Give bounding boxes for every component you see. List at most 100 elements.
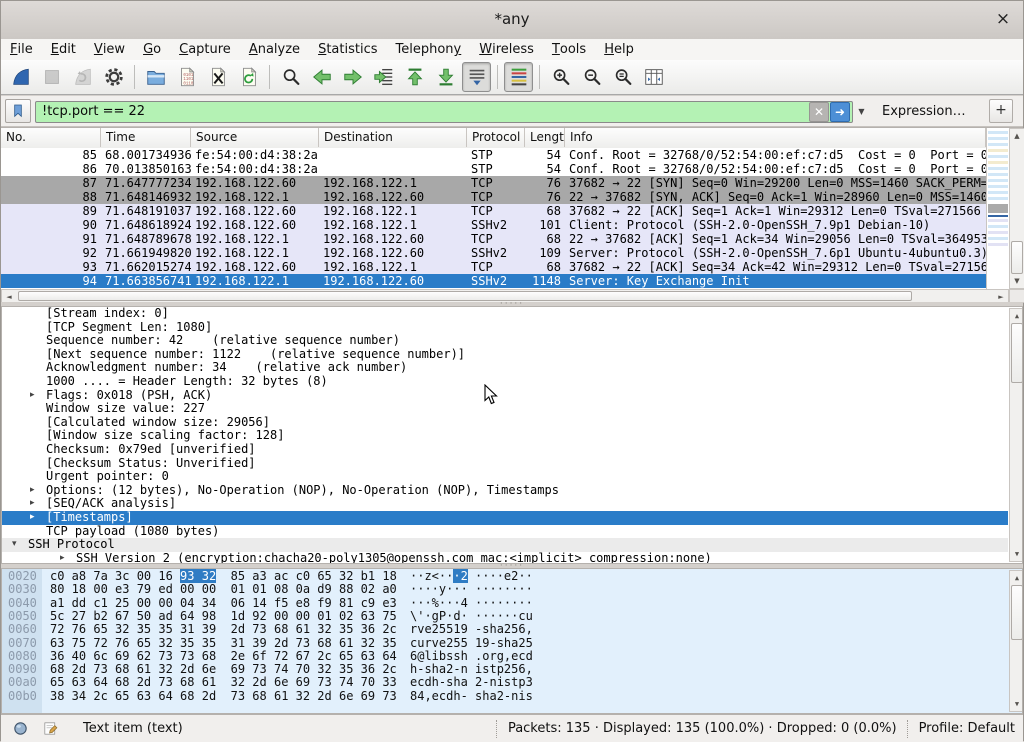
hex-line-0020[interactable]: 0020c0 a8 7a 3c 00 16 93 32 85 a3 ac c0 … xyxy=(2,570,1008,583)
hex-ascii[interactable]: 84,ecdh- sha2-nis xyxy=(410,690,533,703)
scroll-thumb[interactable] xyxy=(1011,241,1023,274)
detail-line[interactable]: ▸Flags: 0x018 (PSH, ACK) xyxy=(2,389,1008,403)
hex-bytes[interactable]: 68 2d 73 68 61 32 2d 6e 69 73 74 70 32 3… xyxy=(50,663,397,676)
packet-bytes-pane[interactable]: ▲ ▼ 0020c0 a8 7a 3c 00 16 93 32 85 a3 ac… xyxy=(1,568,1023,714)
hex-bytes[interactable]: 38 34 2c 65 63 64 68 2d 73 68 61 32 2d 6… xyxy=(50,690,397,703)
hex-line-0060[interactable]: 006072 76 65 32 35 35 31 39 2d 73 68 61 … xyxy=(2,623,1008,636)
add-filter-button[interactable]: + xyxy=(989,99,1013,123)
scroll-left-icon[interactable]: ◄ xyxy=(4,293,14,301)
go-forward-button[interactable] xyxy=(338,62,367,92)
expand-icon[interactable]: ▸ xyxy=(30,484,35,498)
expand-icon[interactable]: ▸ xyxy=(30,511,35,525)
packet-row-92[interactable]: 9271.661949820192.168.122.1192.168.122.6… xyxy=(1,246,986,260)
hex-bytes[interactable]: 80 18 00 e3 79 ed 00 00 01 01 08 0a d9 8… xyxy=(50,583,397,596)
packet-row-94[interactable]: 9471.663856741192.168.122.1192.168.122.6… xyxy=(1,274,986,288)
hex-bytes[interactable]: 5c 27 b2 67 50 ad 64 98 1d 92 00 00 01 0… xyxy=(50,610,397,623)
packet-row-85[interactable]: 8568.001734936fe:54:00:d4:38:2aSTP54Conf… xyxy=(1,148,986,162)
detail-line[interactable]: [Next sequence number: 1122 (relative se… xyxy=(2,348,1008,362)
detail-line[interactable]: [TCP Segment Len: 1080] xyxy=(2,321,1008,335)
packet-row-87[interactable]: 8771.647777234192.168.122.60192.168.122.… xyxy=(1,176,986,190)
packet-row-90[interactable]: 9071.648618924192.168.122.60192.168.122.… xyxy=(1,218,986,232)
detail-line[interactable]: 1000 .... = Header Length: 32 bytes (8) xyxy=(2,375,1008,389)
capture-comment-button[interactable] xyxy=(39,718,61,740)
hex-line-00b0[interactable]: 00b038 34 2c 65 63 64 68 2d 73 68 61 32 … xyxy=(2,690,1008,703)
hex-ascii[interactable]: curve255 19-sha25 xyxy=(410,637,533,650)
profile-status[interactable]: Profile: Default xyxy=(919,721,1015,736)
filter-history-dropdown[interactable]: ▼ xyxy=(855,100,868,122)
detail-line[interactable]: ▸[SEQ/ACK analysis] xyxy=(2,497,1008,511)
detail-line[interactable]: Urgent pointer: 0 xyxy=(2,470,1008,484)
hex-ascii[interactable]: ···%···4 ········ xyxy=(410,597,533,610)
zoom-100-button[interactable] xyxy=(608,62,637,92)
menu-analyze[interactable]: Analyze xyxy=(240,39,309,60)
find-packet-button[interactable] xyxy=(276,62,305,92)
hex-bytes[interactable]: 63 75 72 76 65 32 35 35 31 39 2d 73 68 6… xyxy=(50,637,397,650)
scroll-thumb[interactable] xyxy=(18,291,912,301)
menu-view[interactable]: View xyxy=(85,39,134,60)
detail-line[interactable]: TCP payload (1080 bytes) xyxy=(2,525,1008,539)
scroll-up-icon[interactable]: ▲ xyxy=(1010,132,1024,140)
hex-line-0050[interactable]: 00505c 27 b2 67 50 ad 64 98 1d 92 00 00 … xyxy=(2,610,1008,623)
expert-info-button[interactable] xyxy=(9,718,31,740)
column-header-info[interactable]: Info xyxy=(565,128,986,147)
collapse-icon[interactable]: ▾ xyxy=(12,538,17,552)
packet-list-header[interactable]: No.TimeSourceDestinationProtocolLengthIn… xyxy=(1,128,1009,149)
hex-bytes[interactable]: 36 40 6c 69 62 73 73 68 2e 6f 72 67 2c 6… xyxy=(50,650,397,663)
save-file-button[interactable]: 010111010110 xyxy=(172,62,201,92)
hex-bytes[interactable]: a1 dd c1 25 00 00 04 34 06 14 f5 e8 f9 8… xyxy=(50,597,397,610)
packet-row-89[interactable]: 8971.648191037192.168.122.60192.168.122.… xyxy=(1,204,986,218)
detail-line[interactable]: [Window size scaling factor: 128] xyxy=(2,429,1008,443)
menu-capture[interactable]: Capture xyxy=(170,39,240,60)
intelligent-scrollbar-minimap[interactable] xyxy=(986,128,1009,289)
menu-go[interactable]: Go xyxy=(134,39,170,60)
hex-ascii[interactable]: ····y··· ········ xyxy=(410,583,533,596)
column-header-length[interactable]: Length xyxy=(525,128,565,147)
hex-line-0030[interactable]: 003080 18 00 e3 79 ed 00 00 01 01 08 0a … xyxy=(2,583,1008,596)
hex-ascii[interactable]: ··z<···2 ····e2·· xyxy=(410,570,533,583)
go-back-button[interactable] xyxy=(307,62,336,92)
capture-options-button[interactable] xyxy=(99,62,128,92)
detail-line[interactable]: [Calculated window size: 29056] xyxy=(2,416,1008,430)
menu-statistics[interactable]: Statistics xyxy=(309,39,386,60)
title-bar[interactable]: *any × xyxy=(1,1,1023,40)
scroll-right-icon[interactable]: ► xyxy=(996,293,1006,301)
close-file-button[interactable] xyxy=(203,62,232,92)
start-capture-button[interactable] xyxy=(6,62,35,92)
hex-ascii[interactable]: rve25519 -sha256, xyxy=(410,623,533,636)
scroll-thumb[interactable] xyxy=(1011,323,1023,383)
expression-button[interactable]: Expression… xyxy=(882,104,966,119)
hex-line-0090[interactable]: 009068 2d 73 68 61 32 2d 6e 69 73 74 70 … xyxy=(2,663,1008,676)
column-header-time[interactable]: Time xyxy=(101,128,191,147)
go-to-packet-button[interactable] xyxy=(369,62,398,92)
menu-edit[interactable]: Edit xyxy=(42,39,85,60)
hex-line-0040[interactable]: 0040a1 dd c1 25 00 00 04 34 06 14 f5 e8 … xyxy=(2,597,1008,610)
menu-telephony[interactable]: Telephony xyxy=(387,39,471,60)
hex-ascii[interactable]: ecdh-sha 2-nistp3 xyxy=(410,676,533,689)
scroll-thumb[interactable] xyxy=(1011,585,1023,640)
close-window-button[interactable]: × xyxy=(993,9,1013,29)
zoom-out-button[interactable] xyxy=(577,62,606,92)
auto-scroll-button[interactable] xyxy=(462,62,491,92)
detail-line[interactable]: ▸[Timestamps] xyxy=(2,511,1008,525)
display-filter-input[interactable] xyxy=(35,101,853,123)
detail-line[interactable]: Checksum: 0x79ed [unverified] xyxy=(2,443,1008,457)
filter-bookmark-button[interactable] xyxy=(5,99,31,123)
packet-row-88[interactable]: 8871.648146932192.168.122.1192.168.122.6… xyxy=(1,190,986,204)
column-header-no[interactable]: No. xyxy=(1,128,101,147)
selected-bytes[interactable]: 93 32 xyxy=(180,569,216,583)
hex-line-0070[interactable]: 007063 75 72 76 65 32 35 35 31 39 2d 73 … xyxy=(2,637,1008,650)
expand-icon[interactable]: ▸ xyxy=(30,389,35,403)
open-file-button[interactable] xyxy=(141,62,170,92)
go-last-button[interactable] xyxy=(431,62,460,92)
zoom-in-button[interactable] xyxy=(546,62,575,92)
expand-icon[interactable]: ▸ xyxy=(60,552,65,564)
column-header-destination[interactable]: Destination xyxy=(319,128,467,147)
expand-icon[interactable]: ▸ xyxy=(30,497,35,511)
reload-file-button[interactable] xyxy=(234,62,263,92)
detail-line[interactable]: [Stream index: 0] xyxy=(2,307,1008,321)
clear-filter-button[interactable]: ✕ xyxy=(809,102,829,122)
hex-bytes[interactable]: 72 76 65 32 35 35 31 39 2d 73 68 61 32 3… xyxy=(50,623,397,636)
hex-line-0080[interactable]: 008036 40 6c 69 62 73 73 68 2e 6f 72 67 … xyxy=(2,650,1008,663)
hex-ascii[interactable]: h-sha2-n istp256, xyxy=(410,663,533,676)
scroll-up-icon[interactable]: ▲ xyxy=(1010,574,1023,582)
